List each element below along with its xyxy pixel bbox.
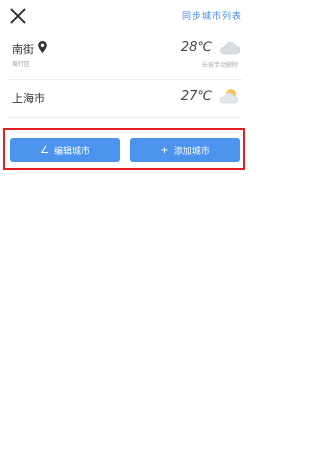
temperature: 27℃: [180, 89, 212, 104]
city-row-current[interactable]: 南街 周行区 28℃ 长按手动删除: [0, 33, 250, 79]
location-pin-icon: [38, 41, 47, 53]
temperature: 28℃: [180, 40, 212, 55]
delete-hint: 长按手动删除: [201, 62, 238, 69]
cloudy-icon: [220, 42, 240, 55]
add-city-label: 添加城市: [173, 146, 210, 157]
partly-cloudy-icon: [219, 89, 238, 104]
city-name: 南街: [12, 43, 34, 56]
close-icon[interactable]: [8, 6, 28, 26]
city-district: 周行区: [12, 61, 31, 68]
sync-city-list-link[interactable]: 同步城市列表: [182, 9, 242, 22]
edit-cities-label: 编辑城市: [53, 146, 90, 157]
top-bar: 同步城市列表: [0, 0, 250, 32]
city-row-shanghai[interactable]: 上海市 27℃: [0, 80, 250, 126]
plus-icon: +: [160, 144, 169, 156]
pencil-icon: ∠: [40, 144, 49, 156]
edit-cities-button[interactable]: ∠ 编辑城市: [10, 138, 120, 162]
add-city-button[interactable]: + 添加城市: [130, 138, 240, 162]
divider: [8, 117, 242, 118]
city-name: 上海市: [12, 92, 45, 105]
